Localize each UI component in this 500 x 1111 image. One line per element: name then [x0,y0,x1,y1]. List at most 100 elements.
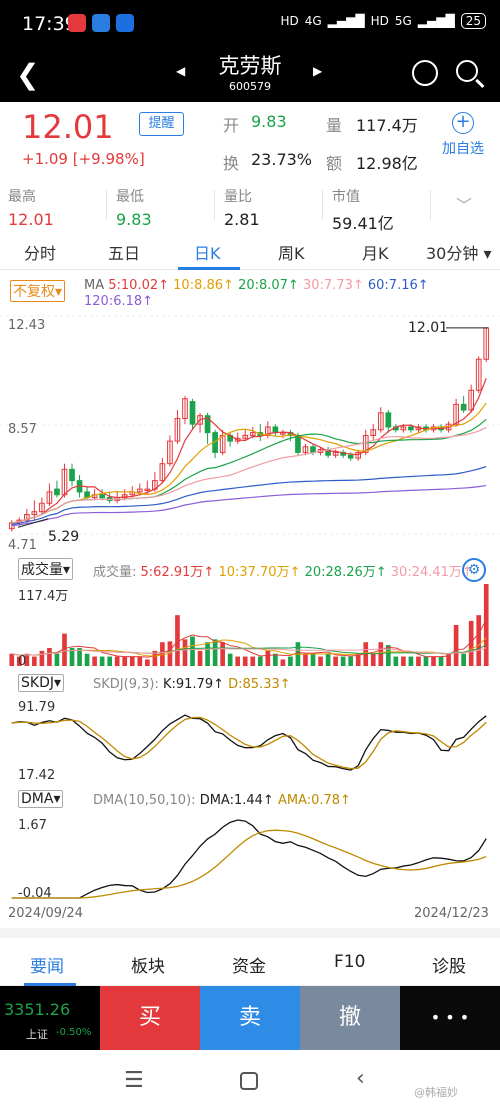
index-change: -0.50% [56,1027,92,1038]
volume-bar [114,656,120,666]
volume-bar [197,650,203,666]
cancel-order-button[interactable]: 撤 [300,986,400,1050]
add-watchlist-button[interactable]: + 加自选 [438,112,488,158]
ma5-line [11,378,487,524]
index-value: 3351.26 [4,1000,71,1019]
volume-bar [333,656,338,666]
volume-value: 117.4万 [356,116,418,135]
open-value: 9.83 [251,112,287,131]
settings-gear-icon[interactable]: ⚙ [462,558,486,582]
volume-bar [107,656,113,666]
ma120-legend: 120:6.18↑ [84,294,154,309]
skdj-d-line [11,716,487,770]
tab-diagnosis[interactable]: 诊股 [432,952,466,977]
volume-bar [280,659,286,666]
tab-sector[interactable]: 板块 [131,952,165,977]
ma30-line [11,426,487,524]
volume-bar [220,642,225,666]
volume-bar [378,642,384,666]
tab-intraday[interactable]: 分时 [24,240,56,264]
volume-bar [393,656,399,666]
volume-bar [483,584,489,666]
tab-capital[interactable]: 资金 [232,952,266,977]
volume-bar [303,653,308,666]
current-price: 12.01 [22,108,114,146]
volume-bar [190,636,195,666]
back-nav-icon[interactable]: ‹ [356,1066,365,1091]
volume-bar [370,653,376,666]
expand-chevron-icon[interactable]: ﹀ [456,192,472,216]
kline-chart[interactable] [0,312,500,552]
volume-bar [242,656,248,666]
volume-bar [310,653,316,666]
volume-chart[interactable] [0,584,500,670]
buy-button[interactable]: 买 [100,986,200,1050]
volume-label: 量 [326,116,343,135]
chart-period-tabs: 分时 五日 日K 周K 月K 30分钟 ▾ [0,234,500,270]
volume-axis-top: 117.4万 [18,589,69,604]
tab-weekly-k[interactable]: 周K [278,240,305,264]
turnover-label: 换 [223,154,240,173]
sell-button[interactable]: 卖 [200,986,300,1050]
plus-icon: + [452,112,474,134]
ma10-line [11,402,487,524]
headset-icon[interactable] [412,60,438,86]
index-name: 上证 [26,1028,48,1041]
volume-bar [288,656,293,666]
paw-icon [116,14,134,32]
tab-monthly-k[interactable]: 月K [362,240,389,264]
candle [385,412,392,428]
candle [310,446,316,453]
volume-bar [99,656,105,666]
skdj-chart[interactable] [0,700,500,786]
signal-5g: 5G [394,14,412,28]
volume-bar [205,642,210,666]
volume-bar [318,656,323,666]
search-icon[interactable] [456,60,478,82]
volume-bar [257,656,263,666]
tab-30min[interactable]: 30分钟 ▾ [426,240,492,264]
tab-daily-k[interactable]: 日K [194,240,221,264]
amount-value: 12.98亿 [356,154,418,173]
candle [460,403,467,411]
skdj-indicator-select[interactable]: SKDJ▾ [18,674,65,692]
volume-bar [84,653,90,666]
app-notification-icon [68,14,86,32]
battery-icon: 25 [460,13,486,29]
candle [408,426,414,431]
volume-bar [250,656,256,666]
volume-bar [32,656,37,666]
volume-bar [9,653,15,666]
stats-row: 最高 12.01 最低 9.83 量比 2.81 市值 59.41亿 ﹀ [0,186,500,233]
tab-f10[interactable]: F10 [334,952,365,972]
adjust-select[interactable]: 不复权▾ [10,280,66,302]
date-start: 2024/09/24 [8,906,83,921]
index-ticker[interactable]: 3351.26 上证 -0.50% [0,986,100,1050]
signal-4g: 4G [304,14,322,28]
tab-five-day[interactable]: 五日 [108,240,140,264]
skdj-axis-top: 91.79 [18,700,56,715]
volume-bar [122,656,128,666]
add-watchlist-label: 加自选 [442,141,484,157]
tab-news[interactable]: 要闻 [30,952,64,977]
volume-bar [144,659,150,666]
more-button[interactable]: • • • [400,986,500,1050]
status-indicators: HD 4G ▂▄▆█ HD 5G ▂▄▆█ 25 [280,13,486,29]
open-label: 开 [223,116,240,135]
ma-legend: MA 5:10.02↑ 10:8.86↑ 20:8.07↑ 30:7.73↑ 6… [84,278,429,293]
dma-chart[interactable] [0,816,500,906]
candle [272,426,279,434]
dma-indicator-select[interactable]: DMA▾ [18,790,64,808]
volume-bar [212,639,218,666]
dropdown-arrow-icon: ▾ [483,244,492,263]
volume-bar [348,656,354,666]
volume-indicator-select[interactable]: 成交量▾ [18,558,74,580]
price-axis-top: 12.43 [8,318,46,333]
active-tab-indicator [178,267,240,270]
alert-button[interactable]: 提醒 [139,112,184,136]
volume-bar [137,656,143,666]
home-icon[interactable] [240,1072,258,1090]
menu-icon[interactable]: ☰ [124,1068,144,1093]
volume-bar [340,656,346,666]
next-stock-icon[interactable]: ▶ [313,64,322,78]
